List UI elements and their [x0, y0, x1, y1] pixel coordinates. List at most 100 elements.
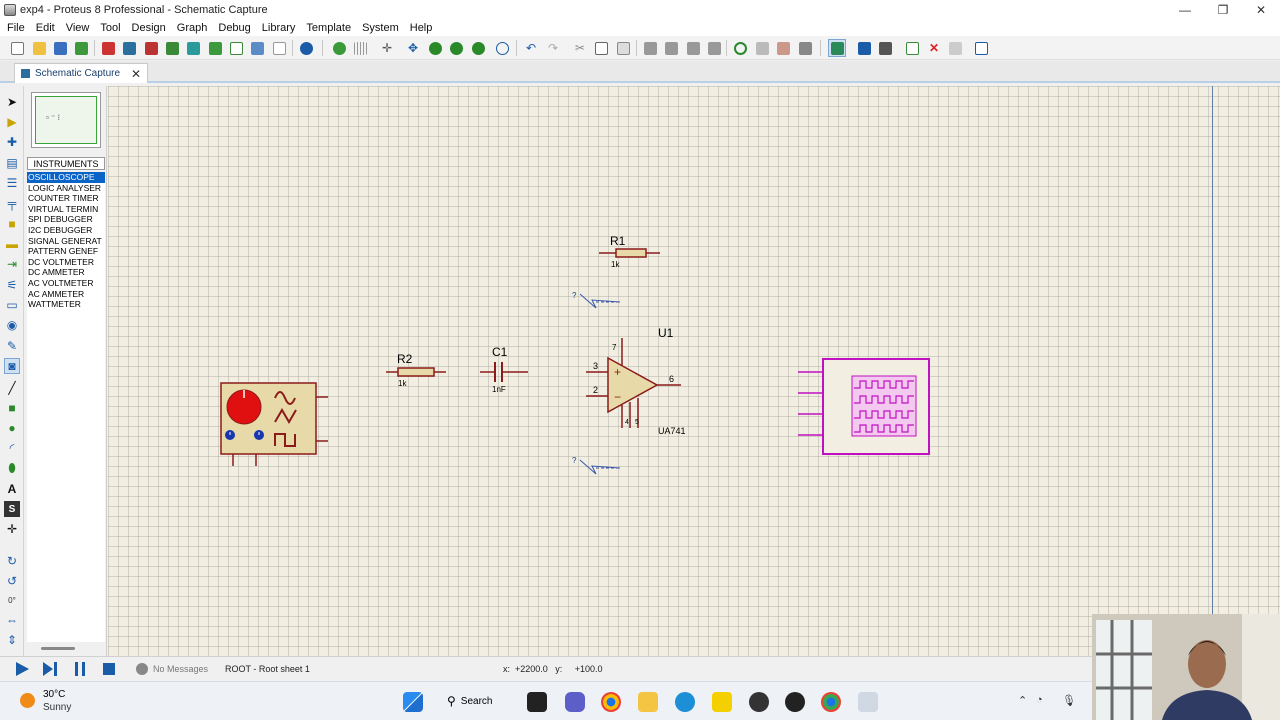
property-tool-icon[interactable]: [876, 39, 894, 57]
terminals-icon[interactable]: ▬: [4, 236, 20, 252]
remove-sheet-icon[interactable]: ✕: [925, 39, 943, 57]
microphone-icon[interactable]: 🎙: [1062, 694, 1076, 707]
origin-icon[interactable]: ✛: [378, 39, 396, 57]
close-button[interactable]: ✕: [1242, 0, 1280, 20]
list-item[interactable]: LOGIC ANALYSER: [27, 183, 105, 194]
list-item[interactable]: I2C DEBUGGER: [27, 225, 105, 236]
weather-sun-icon[interactable]: [20, 693, 35, 708]
line-tool-icon[interactable]: ╱: [4, 380, 20, 396]
schematic-canvas[interactable]: R1 1k ? R2 1k C1 1nF + − 3 2 6 7 4 5 U1 …: [108, 86, 1280, 656]
teams-chat-icon[interactable]: [565, 692, 585, 712]
virtual-instruments-icon[interactable]: ◙: [4, 358, 20, 374]
menu-view[interactable]: View: [62, 22, 97, 34]
symbol-tool-icon[interactable]: S: [4, 501, 20, 517]
list-item[interactable]: AC AMMETER: [27, 289, 105, 300]
3d-view-icon[interactable]: [163, 39, 181, 57]
list-item[interactable]: AC VOLTMETER: [27, 278, 105, 289]
list-item[interactable]: SPI DEBUGGER: [27, 214, 105, 225]
pause-button[interactable]: [72, 661, 88, 677]
arc-tool-icon[interactable]: ◜: [4, 440, 20, 456]
save-icon[interactable]: [51, 39, 69, 57]
tape-recorder-icon[interactable]: ▭: [4, 297, 20, 313]
menu-file[interactable]: File: [3, 22, 32, 34]
tab-close-icon[interactable]: ✕: [131, 67, 141, 81]
menu-debug[interactable]: Debug: [214, 22, 257, 34]
refresh-icon[interactable]: [330, 39, 348, 57]
grid-toggle-icon[interactable]: [351, 39, 369, 57]
rotate-clockwise-icon[interactable]: ↻: [4, 553, 20, 569]
text-script-icon[interactable]: ☰: [4, 175, 20, 191]
list-item[interactable]: VIRTUAL TERMIN: [27, 204, 105, 215]
block-delete-icon[interactable]: [705, 39, 723, 57]
edge-icon[interactable]: [675, 692, 695, 712]
packaging-tool-icon[interactable]: [774, 39, 792, 57]
list-item[interactable]: DC VOLTMETER: [27, 257, 105, 268]
zoom-area-icon[interactable]: [493, 39, 511, 57]
list-item[interactable]: OSCILLOSCOPE: [27, 172, 105, 183]
block-move-icon[interactable]: [662, 39, 680, 57]
zoom-in-icon[interactable]: [426, 39, 444, 57]
box-tool-icon[interactable]: ■: [4, 400, 20, 416]
bill-of-materials-icon[interactable]: [227, 39, 245, 57]
maximize-button[interactable]: ❐: [1204, 0, 1242, 20]
redo-icon[interactable]: ↷: [544, 39, 562, 57]
block-rotate-icon[interactable]: [684, 39, 702, 57]
component-mode-icon[interactable]: ▶: [4, 114, 20, 130]
device-pins-icon[interactable]: ⇥: [4, 256, 20, 272]
gerber-icon[interactable]: [184, 39, 202, 57]
schematic-icon[interactable]: [120, 39, 138, 57]
step-button[interactable]: [42, 661, 58, 677]
task-view-icon[interactable]: [527, 692, 547, 712]
graph-mode-icon[interactable]: ⚟: [4, 277, 20, 293]
list-item[interactable]: COUNTER TIMER: [27, 193, 105, 204]
chrome-profile-icon[interactable]: [821, 692, 841, 712]
stop-button[interactable]: [101, 661, 117, 677]
undo-icon[interactable]: ↶: [522, 39, 540, 57]
messages-status[interactable]: No Messages: [153, 664, 208, 674]
paste-icon[interactable]: [614, 39, 632, 57]
import-icon[interactable]: [72, 39, 90, 57]
list-item[interactable]: SIGNAL GENERAT: [27, 236, 105, 247]
notes-icon[interactable]: [270, 39, 288, 57]
rotation-angle-field[interactable]: 0°: [4, 592, 20, 608]
menu-library[interactable]: Library: [258, 22, 303, 34]
junction-dot-icon[interactable]: ✚: [4, 134, 20, 150]
pcb-icon[interactable]: [142, 39, 160, 57]
open-folder-icon[interactable]: [30, 39, 48, 57]
menu-edit[interactable]: Edit: [32, 22, 62, 34]
windows-start-icon[interactable]: [403, 692, 423, 712]
pan-icon[interactable]: ✥: [404, 39, 422, 57]
menu-help[interactable]: Help: [406, 22, 440, 34]
weather-temperature[interactable]: 30°C: [43, 689, 65, 700]
opamp-u1[interactable]: + − 3 2 6 7 4 5 U1 UA741: [586, 326, 686, 436]
network-icon[interactable]: ◔: [1036, 694, 1043, 706]
ground-marker-bottom[interactable]: ?: [572, 456, 621, 475]
resistor-r1[interactable]: R1 1k: [599, 234, 660, 269]
new-sheet-icon[interactable]: [903, 39, 921, 57]
block-copy-icon[interactable]: [641, 39, 659, 57]
ground-marker-top[interactable]: ?: [572, 291, 621, 309]
sheet-status[interactable]: ROOT - Root sheet 1: [225, 664, 310, 674]
home-icon[interactable]: [99, 39, 117, 57]
subcircuit-icon[interactable]: ■: [4, 216, 20, 232]
panel-scrollbar[interactable]: [41, 647, 75, 650]
proteus-taskbar-icon[interactable]: [858, 692, 878, 712]
zoom-out-icon[interactable]: [447, 39, 465, 57]
make-device-icon[interactable]: [753, 39, 771, 57]
file-explorer-icon[interactable]: [638, 692, 658, 712]
signal-generator[interactable]: [220, 382, 328, 466]
chrome-icon[interactable]: [601, 692, 621, 712]
menu-system[interactable]: System: [358, 22, 406, 34]
play-button[interactable]: [14, 661, 30, 677]
decompose-icon[interactable]: [796, 39, 814, 57]
minimize-button[interactable]: —: [1166, 0, 1204, 20]
resistor-r2[interactable]: R2 1k: [386, 352, 446, 388]
menu-design[interactable]: Design: [128, 22, 173, 34]
overview-window[interactable]: ▫ ⁻ ⁝: [31, 92, 101, 148]
mirror-vertical-icon[interactable]: ⇕: [4, 632, 20, 648]
tab-schematic-capture[interactable]: Schematic Capture ✕: [14, 63, 149, 83]
menu-template[interactable]: Template: [302, 22, 358, 34]
mirror-horizontal-icon[interactable]: ⇔: [4, 612, 20, 628]
help-icon[interactable]: [297, 39, 315, 57]
exit-to-parent-icon[interactable]: [946, 39, 964, 57]
